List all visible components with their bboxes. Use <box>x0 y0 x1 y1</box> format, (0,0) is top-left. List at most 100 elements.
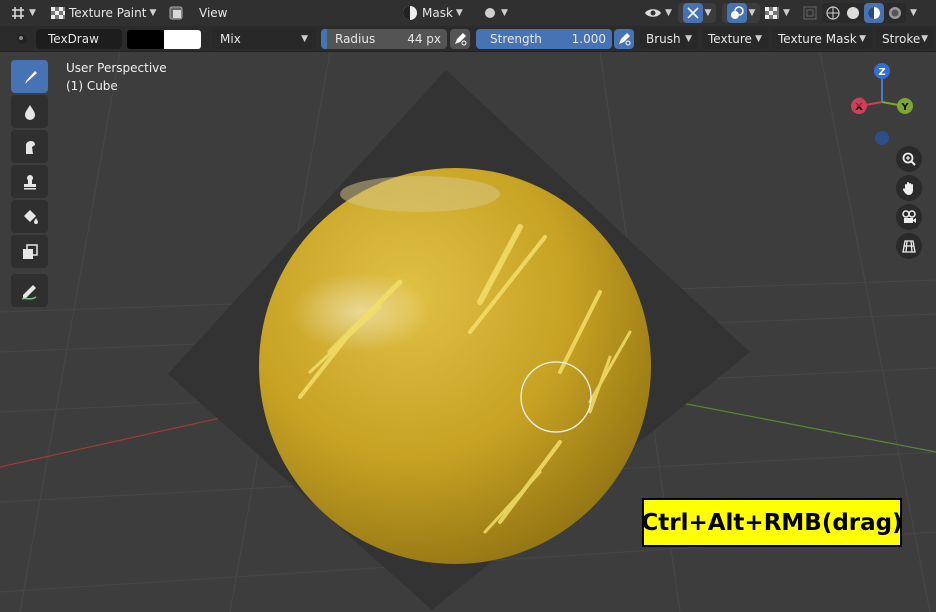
chevron-down-icon: ▼ <box>704 8 712 18</box>
blend-mode-dropdown[interactable]: Mix ▼ <box>212 29 316 49</box>
visibility-dropdown[interactable]: ▼ <box>644 3 672 23</box>
mask-label: Mask <box>422 6 453 20</box>
radius-pressure-button[interactable] <box>450 29 470 49</box>
brush-preview-button[interactable] <box>14 29 30 49</box>
gizmo-toggle[interactable]: ▼ <box>678 3 716 23</box>
material-shading-icon[interactable] <box>864 3 884 23</box>
soften-tool-button[interactable] <box>11 95 48 128</box>
chevron-down-icon: ▼ <box>149 8 157 18</box>
shortcut-hint-banner: Ctrl+Alt+RMB(drag) <box>641 498 903 547</box>
eye-icon <box>645 9 661 17</box>
checker-icon <box>765 7 779 19</box>
mode-dropdown[interactable]: Texture Paint ▼ <box>50 3 156 23</box>
editor-type-button[interactable]: ▼ <box>10 3 36 23</box>
texture-mask-menu[interactable]: Texture Mask ▼ <box>772 29 872 49</box>
mask-tool-button[interactable] <box>11 235 48 268</box>
drop-icon <box>24 104 35 120</box>
brush-name-label: TexDraw <box>48 32 99 46</box>
stamp-icon <box>23 174 36 189</box>
overlays-icon <box>726 3 747 23</box>
cube-outline-icon <box>169 6 183 20</box>
z-axis-label: Z <box>878 67 885 78</box>
view-menu-label: View <box>199 6 228 20</box>
xray-toggle[interactable] <box>802 3 818 23</box>
chevron-down-icon: ▼ <box>455 8 463 18</box>
fill-tool-button[interactable] <box>11 200 48 233</box>
overlays-toggle[interactable]: ▼ <box>722 3 760 23</box>
shading-options-dropdown[interactable]: ▼ <box>910 3 917 23</box>
wireframe-shading-icon[interactable] <box>824 4 842 22</box>
object-label: (1) Cube <box>66 79 118 93</box>
hand-icon <box>902 182 913 195</box>
blend-mode-label: Mix <box>220 32 241 46</box>
stroke-menu[interactable]: Stroke ▼ <box>876 29 934 49</box>
chevron-down-icon: ▼ <box>783 8 790 18</box>
mask-dropdown[interactable]: Mask ▼ <box>401 3 463 23</box>
shading-mode-group <box>822 3 906 23</box>
strength-pressure-button[interactable] <box>614 29 634 49</box>
toggle-overlay-button[interactable] <box>168 3 184 23</box>
y-axis-label: Y <box>900 102 909 113</box>
mode-label: Texture Paint <box>69 6 147 20</box>
chevron-down-icon: ▼ <box>748 8 756 18</box>
ortho-toggle-button[interactable] <box>896 233 922 259</box>
viewport-header: ▼ Texture Paint ▼ View Mask ▼ ▼ ▼ ▼ ▼ ▼ <box>0 0 936 26</box>
solid-shading-icon[interactable] <box>844 4 862 22</box>
gizmo-icon <box>682 3 703 23</box>
sphere-highlight <box>290 272 430 352</box>
annotate-pen-icon <box>21 284 36 300</box>
tool-settings-bar: TexDraw Mix ▼ Radius 44 px Strength 1.00… <box>0 26 936 52</box>
chevron-down-icon: ▼ <box>755 34 762 44</box>
zoom-icon <box>902 152 916 166</box>
radius-value: 44 px <box>407 32 441 46</box>
tool-shelf <box>11 60 48 309</box>
chevron-down-icon: ▼ <box>859 34 866 44</box>
draw-tool-button[interactable] <box>11 60 48 93</box>
sphere-rim-light <box>340 176 500 212</box>
rendered-shading-icon[interactable] <box>886 4 904 22</box>
strength-label: Strength <box>490 32 542 46</box>
brush-icon <box>22 70 37 84</box>
strength-value: 1.000 <box>571 32 606 46</box>
radius-label: Radius <box>335 32 376 46</box>
dot-icon <box>485 8 495 18</box>
chevron-down-icon: ▼ <box>685 34 692 44</box>
annotate-tool-button[interactable] <box>11 274 48 307</box>
chevron-down-icon: ▼ <box>501 8 508 18</box>
pen-pressure-icon <box>455 33 467 46</box>
negative-x-handle[interactable] <box>855 97 865 107</box>
view-menu[interactable]: View <box>199 3 227 23</box>
3d-viewport[interactable]: User Perspective (1) Cube Z Y X Ctrl+Alt… <box>0 52 936 612</box>
fill-bucket-icon <box>23 209 38 224</box>
clone-tool-button[interactable] <box>11 165 48 198</box>
texture-menu[interactable]: Texture ▼ <box>702 29 768 49</box>
texture-menu-label: Texture <box>708 32 752 46</box>
color-swatches <box>127 30 201 49</box>
stroke-menu-label: Stroke <box>882 32 921 46</box>
chevron-down-icon: ▼ <box>665 8 672 18</box>
smear-tool-button[interactable] <box>11 130 48 163</box>
pan-button[interactable] <box>896 175 922 201</box>
brush-menu[interactable]: Brush ▼ <box>640 29 698 49</box>
chevron-down-icon: ▼ <box>910 8 917 18</box>
navigation-gizmo[interactable]: Z Y X <box>846 60 918 150</box>
negative-z-handle[interactable] <box>875 131 889 145</box>
brush-menu-label: Brush <box>646 32 681 46</box>
camera-view-button[interactable] <box>896 204 922 230</box>
chevron-down-icon: ▼ <box>301 34 308 44</box>
strength-slider[interactable]: Strength 1.000 <box>476 29 612 49</box>
chevron-down-icon: ▼ <box>29 8 36 18</box>
mask-layers-icon <box>22 243 38 259</box>
primary-color-swatch[interactable] <box>127 30 164 49</box>
zoom-button[interactable] <box>896 146 922 172</box>
brush-preview-icon <box>17 34 27 44</box>
brush-name-field[interactable]: TexDraw <box>36 29 122 49</box>
mask-icon <box>403 6 417 20</box>
texture-view-dropdown[interactable]: ▼ <box>764 3 790 23</box>
shortcut-hint-text: Ctrl+Alt+RMB(drag) <box>641 509 903 536</box>
shading-dot-dropdown[interactable]: ▼ <box>482 3 508 23</box>
xray-icon <box>803 6 817 20</box>
radius-slider[interactable]: Radius 44 px <box>321 29 447 49</box>
texture-mask-menu-label: Texture Mask <box>778 32 857 46</box>
secondary-color-swatch[interactable] <box>164 30 201 49</box>
